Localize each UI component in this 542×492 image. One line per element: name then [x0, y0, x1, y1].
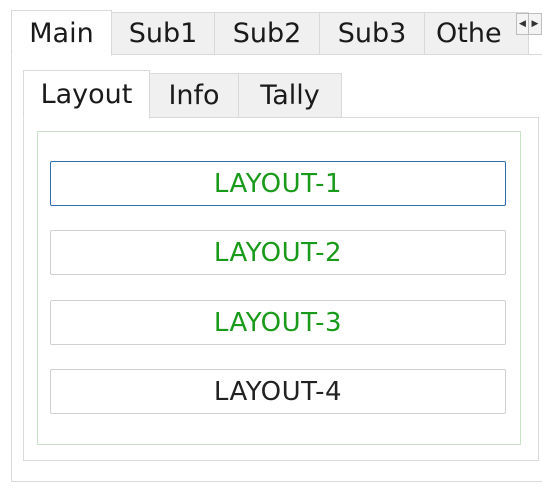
tab-sub1[interactable]: Sub1: [111, 12, 215, 55]
tab-other[interactable]: Othe: [424, 12, 529, 55]
layout-3-button[interactable]: LAYOUT-3: [50, 300, 506, 345]
scroll-right-icon[interactable]: ▶: [529, 13, 542, 35]
tab-tally[interactable]: Tally: [238, 73, 342, 118]
tab-sub2[interactable]: Sub2: [214, 12, 320, 55]
inner-tab-bar: Layout Info Tally: [23, 70, 353, 119]
tab-info[interactable]: Info: [149, 73, 239, 118]
tab-layout[interactable]: Layout: [23, 70, 150, 119]
layout-1-button[interactable]: LAYOUT-1: [50, 161, 506, 206]
layout-4-button[interactable]: LAYOUT-4: [50, 369, 506, 414]
outer-tab-bar: Main Sub1 Sub2 Sub3 Othe: [11, 10, 542, 56]
tab-sub3[interactable]: Sub3: [319, 12, 425, 55]
tab-main[interactable]: Main: [11, 10, 112, 56]
tab-scroll-buttons: ◀ ▶: [516, 13, 542, 35]
layout-2-button[interactable]: LAYOUT-2: [50, 230, 506, 275]
scroll-left-icon[interactable]: ◀: [516, 13, 529, 35]
